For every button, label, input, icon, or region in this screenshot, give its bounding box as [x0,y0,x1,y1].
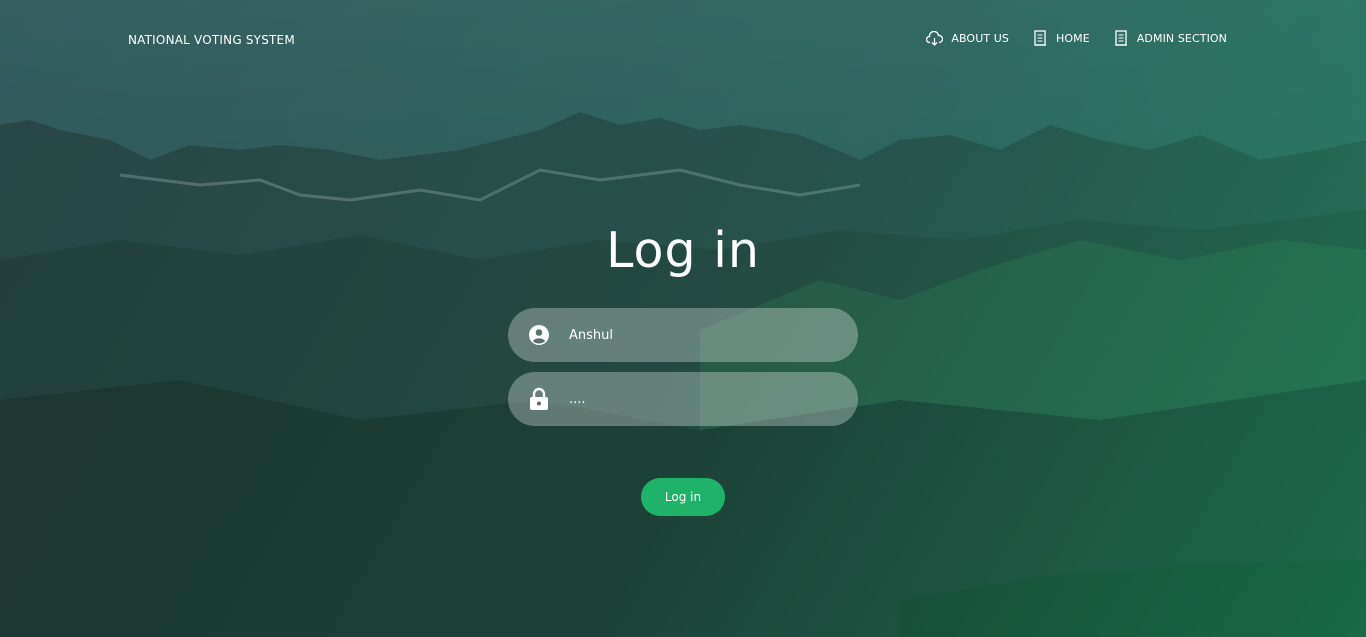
navbar: NATIONAL VOTING SYSTEM ABOUT US HOME ADM [0,0,1366,80]
password-field-wrapper [508,372,858,426]
nav-about-us[interactable]: ABOUT US [926,30,1009,47]
cloud-download-icon [926,30,944,46]
nav-label-admin-section: ADMIN SECTION [1136,32,1227,45]
document-icon [1034,30,1046,46]
nav-label-home: HOME [1056,32,1090,45]
username-field-wrapper [508,308,858,362]
page-title: Log in [606,222,760,279]
nav-label-about-us: ABOUT US [951,32,1009,45]
document-icon [1115,30,1127,46]
lock-icon [528,387,550,411]
brand-link[interactable]: NATIONAL VOTING SYSTEM [128,33,295,47]
nav-links: ABOUT US HOME ADMIN SECTION [926,30,1227,47]
username-input[interactable] [567,314,841,356]
login-button[interactable]: Log in [641,478,725,516]
nav-home[interactable]: HOME [1033,30,1090,47]
user-circle-icon [528,324,550,346]
password-input[interactable] [567,378,841,420]
nav-admin-section[interactable]: ADMIN SECTION [1114,30,1227,47]
